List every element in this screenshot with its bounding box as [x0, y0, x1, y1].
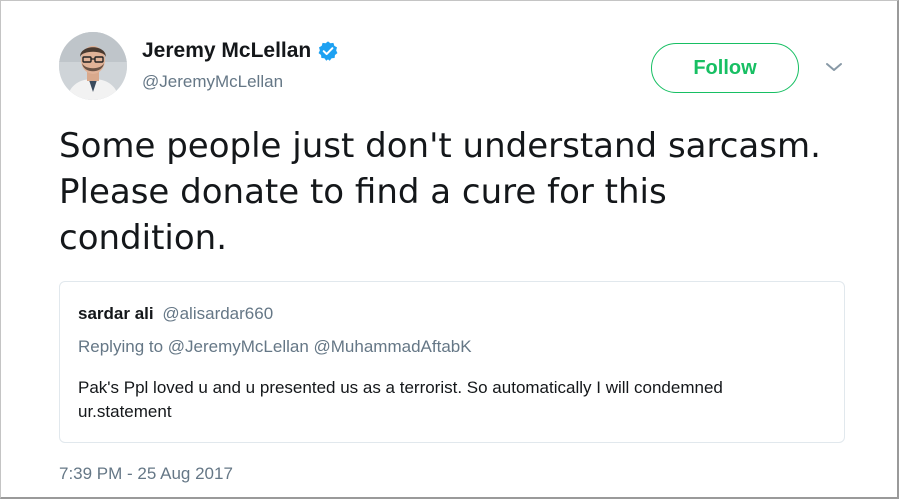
avatar-photo-icon — [59, 32, 127, 100]
author-handle[interactable]: @JeremyMcLellan — [142, 72, 283, 92]
follow-button[interactable]: Follow — [651, 43, 799, 93]
quoted-text-line: ur.statement — [78, 402, 172, 421]
quoted-tweet-text: Pak's Ppl loved u and u presented us as … — [78, 376, 828, 424]
tweet-text-line: condition. — [59, 218, 228, 258]
tweet-timestamp[interactable]: 7:39 PM - 25 Aug 2017 — [59, 464, 233, 484]
quoted-author-handle[interactable]: @alisardar660 — [162, 304, 273, 323]
author-avatar[interactable] — [59, 32, 127, 100]
tweet-text: Some people just don't understand sarcas… — [59, 123, 859, 261]
tweet-text-line: Some people just don't understand sarcas… — [59, 126, 821, 166]
author-name-text: Jeremy McLellan — [142, 39, 312, 62]
quoted-text-line: Pak's Ppl loved u and u presented us as … — [78, 378, 723, 397]
author-display-name[interactable]: Jeremy McLellan — [142, 39, 339, 63]
quoted-tweet-header: sardar ali @alisardar660 — [78, 304, 273, 324]
replying-to-line: Replying to @JeremyMcLellan @MuhammadAft… — [78, 337, 472, 356]
verified-badge-icon — [317, 40, 339, 62]
quoted-tweet[interactable]: sardar ali @alisardar660 Replying to @Je… — [59, 281, 845, 443]
chevron-down-icon[interactable] — [823, 59, 845, 75]
tweet-text-line: Please donate to find a cure for this — [59, 172, 667, 212]
tweet-card: Jeremy McLellan @JeremyMcLellan Follow S… — [0, 0, 899, 499]
follow-button-label: Follow — [693, 56, 757, 79]
quoted-author-name[interactable]: sardar ali — [78, 304, 154, 323]
